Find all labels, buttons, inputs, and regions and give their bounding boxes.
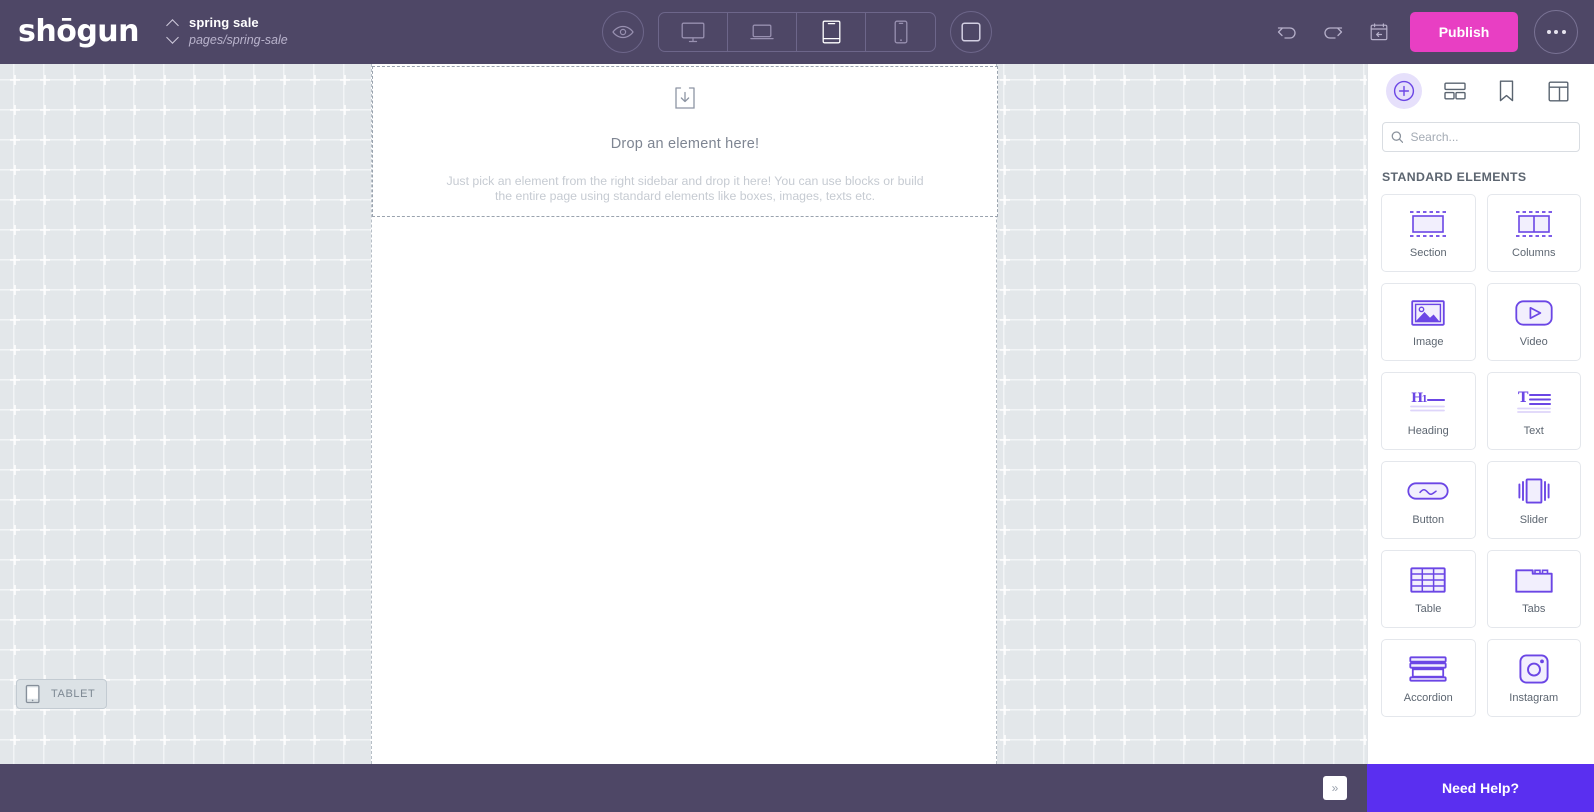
top-actions: Publish — [1272, 0, 1578, 64]
viewport-badge-label: TABLET — [51, 688, 96, 700]
table-grid-icon — [1410, 563, 1446, 597]
tablet-icon — [822, 20, 840, 44]
bottom-bar: » Need Help? — [0, 764, 1594, 812]
bookmark-icon — [1500, 80, 1514, 102]
svg-text:T: T — [1518, 390, 1529, 406]
viewport-tools — [602, 0, 992, 64]
sidebar-tab-saved-bookmarks[interactable] — [1489, 73, 1525, 109]
standard-elements-grid: Section Columns Image Video H 1 Heading … — [1368, 194, 1594, 737]
section-icon — [1408, 207, 1448, 241]
text-lines-icon: T — [1514, 385, 1554, 419]
svg-text:1: 1 — [1422, 395, 1428, 405]
dropzone-title: Drop an element here! — [610, 136, 760, 152]
element-card-heading[interactable]: H 1 Heading — [1381, 372, 1476, 450]
heading-h1-icon: H 1 — [1408, 385, 1448, 419]
page-canvas[interactable]: Drop an element here! Just pick an eleme… — [371, 64, 998, 764]
viewport-badge[interactable]: TABLET — [16, 679, 108, 709]
accordion-icon — [1409, 652, 1447, 686]
element-card-columns[interactable]: Columns — [1486, 194, 1581, 272]
eye-icon — [612, 25, 634, 39]
shogun-logo[interactable]: shōgun — [18, 17, 140, 47]
fullscreen-button[interactable] — [950, 11, 992, 53]
undo-button[interactable] — [1272, 17, 1302, 47]
page-builder-app: shōgun spring sale pages/spring-sale Pub… — [0, 0, 1594, 812]
device-selector[interactable] — [658, 12, 936, 52]
dropzone[interactable]: Drop an element here! Just pick an eleme… — [372, 66, 998, 217]
sidebar-tabs — [1368, 64, 1594, 118]
top-toolbar: shōgun spring sale pages/spring-sale Pub… — [0, 0, 1594, 64]
chevron-up-down-icon[interactable] — [165, 19, 179, 45]
element-card-tabs[interactable]: Tabs — [1486, 550, 1581, 628]
device-tablet[interactable] — [797, 13, 866, 51]
columns-icon — [1514, 207, 1554, 241]
page-meta: spring sale pages/spring-sale — [189, 15, 288, 48]
page-switcher[interactable]: spring sale pages/spring-sale — [165, 15, 288, 48]
element-label: Columns — [1512, 247, 1556, 259]
page-title: spring sale — [189, 15, 259, 31]
element-card-image[interactable]: Image — [1381, 283, 1476, 361]
ellipsis-icon — [1546, 30, 1551, 34]
element-label: Table — [1415, 603, 1442, 615]
element-label: Tabs — [1522, 603, 1546, 615]
element-label: Button — [1412, 514, 1445, 526]
element-card-video[interactable]: Video — [1486, 283, 1581, 361]
device-desktop[interactable] — [659, 13, 728, 51]
element-label: Text — [1523, 425, 1544, 437]
search-input[interactable] — [1410, 130, 1571, 144]
sidebar-tab-page-templates[interactable] — [1540, 73, 1576, 109]
element-label: Slider — [1519, 514, 1548, 526]
restore-history-icon — [1370, 23, 1388, 41]
drop-download-icon — [675, 87, 695, 114]
slider-carousel-icon — [1514, 474, 1554, 508]
more-options-button[interactable] — [1534, 10, 1578, 54]
tablet-icon — [25, 684, 40, 704]
element-card-table[interactable]: Table — [1381, 550, 1476, 628]
element-label: Accordion — [1403, 692, 1453, 704]
element-label: Image — [1412, 336, 1444, 348]
element-search[interactable] — [1382, 122, 1580, 152]
publish-button[interactable]: Publish — [1410, 12, 1518, 52]
right-sidebar: STANDARD ELEMENTS Section — [1367, 64, 1594, 764]
template-icon — [1548, 81, 1569, 102]
button-icon — [1407, 474, 1449, 508]
element-card-slider[interactable]: Slider — [1486, 461, 1581, 539]
editor-canvas-area[interactable]: Drop an element here! Just pick an eleme… — [0, 64, 1367, 764]
element-card-instagram[interactable]: Instagram — [1486, 639, 1581, 717]
laptop-icon — [750, 24, 774, 40]
expand-panel-button[interactable]: » — [1323, 776, 1347, 800]
redo-arrow-icon — [1324, 27, 1343, 39]
frame-icon — [961, 22, 981, 42]
element-card-button[interactable]: Button — [1381, 461, 1476, 539]
ellipsis-icon — [1561, 30, 1566, 34]
element-card-text[interactable]: T Text — [1486, 372, 1581, 450]
standard-elements-heading: STANDARD ELEMENTS — [1382, 170, 1527, 184]
element-label: Heading — [1407, 425, 1449, 437]
sidebar-tab-layout-blocks[interactable] — [1437, 73, 1473, 109]
mobile-icon — [894, 20, 907, 44]
image-icon — [1411, 296, 1445, 330]
preview-button[interactable] — [602, 11, 644, 53]
element-card-section[interactable]: Section — [1381, 194, 1476, 272]
tabs-folder-icon — [1515, 563, 1553, 597]
element-label: Instagram — [1509, 692, 1559, 704]
element-card-accordion[interactable]: Accordion — [1381, 639, 1476, 717]
search-icon — [1391, 131, 1404, 143]
redo-button[interactable] — [1318, 17, 1348, 47]
dropzone-subtitle: Just pick an element from the right side… — [446, 174, 924, 203]
ellipsis-icon — [1554, 30, 1558, 34]
element-label: Section — [1409, 247, 1447, 259]
history-button[interactable] — [1364, 17, 1394, 47]
layout-rows-icon — [1444, 82, 1466, 100]
sidebar-tab-add-elements[interactable] — [1385, 73, 1422, 109]
undo-arrow-icon — [1277, 27, 1296, 39]
instagram-icon — [1519, 652, 1549, 686]
device-laptop[interactable] — [728, 13, 797, 51]
video-icon — [1515, 296, 1553, 330]
desktop-icon — [681, 22, 705, 42]
plus-circle-icon — [1393, 80, 1414, 102]
page-path: pages/spring-sale — [189, 33, 288, 48]
device-mobile[interactable] — [866, 13, 935, 51]
need-help-button[interactable]: Need Help? — [1367, 764, 1594, 812]
element-label: Video — [1519, 336, 1548, 348]
